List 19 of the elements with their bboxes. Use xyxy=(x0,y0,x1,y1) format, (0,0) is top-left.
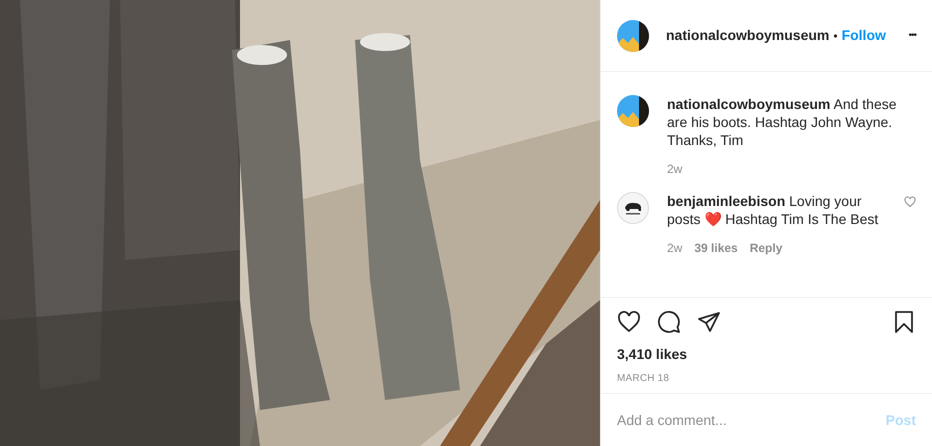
post-date: MARCH 18 xyxy=(617,372,670,386)
reply-link[interactable]: Reply xyxy=(750,241,782,255)
heart-icon[interactable] xyxy=(617,310,641,334)
avatar-icon[interactable] xyxy=(617,192,649,224)
comment-icon[interactable] xyxy=(657,310,681,334)
bookmark-icon[interactable] xyxy=(892,310,916,334)
username-link[interactable]: nationalcowboymuseum xyxy=(666,25,830,46)
comment-likes[interactable]: 39 likes xyxy=(694,241,738,255)
comment-time: 2w xyxy=(667,241,682,255)
avatar-icon[interactable] xyxy=(617,95,649,127)
more-button[interactable]: ••• xyxy=(908,28,916,43)
comment-text: nationalcowboymuseum And these are his boots. Hashtag John Wayne. Thanks, Tim xyxy=(667,95,898,149)
avatar-icon[interactable] xyxy=(617,20,649,52)
send-icon[interactable] xyxy=(697,310,721,334)
comment-time: 2w xyxy=(667,162,682,176)
comment-text: benjaminleebison Loving your posts ❤ Hashtag Tim Is The Best xyxy=(667,192,880,228)
like-count[interactable]: 3,410 likes xyxy=(617,344,916,365)
follow-button[interactable]: Follow xyxy=(842,25,886,46)
separator-dot: • xyxy=(833,28,838,44)
